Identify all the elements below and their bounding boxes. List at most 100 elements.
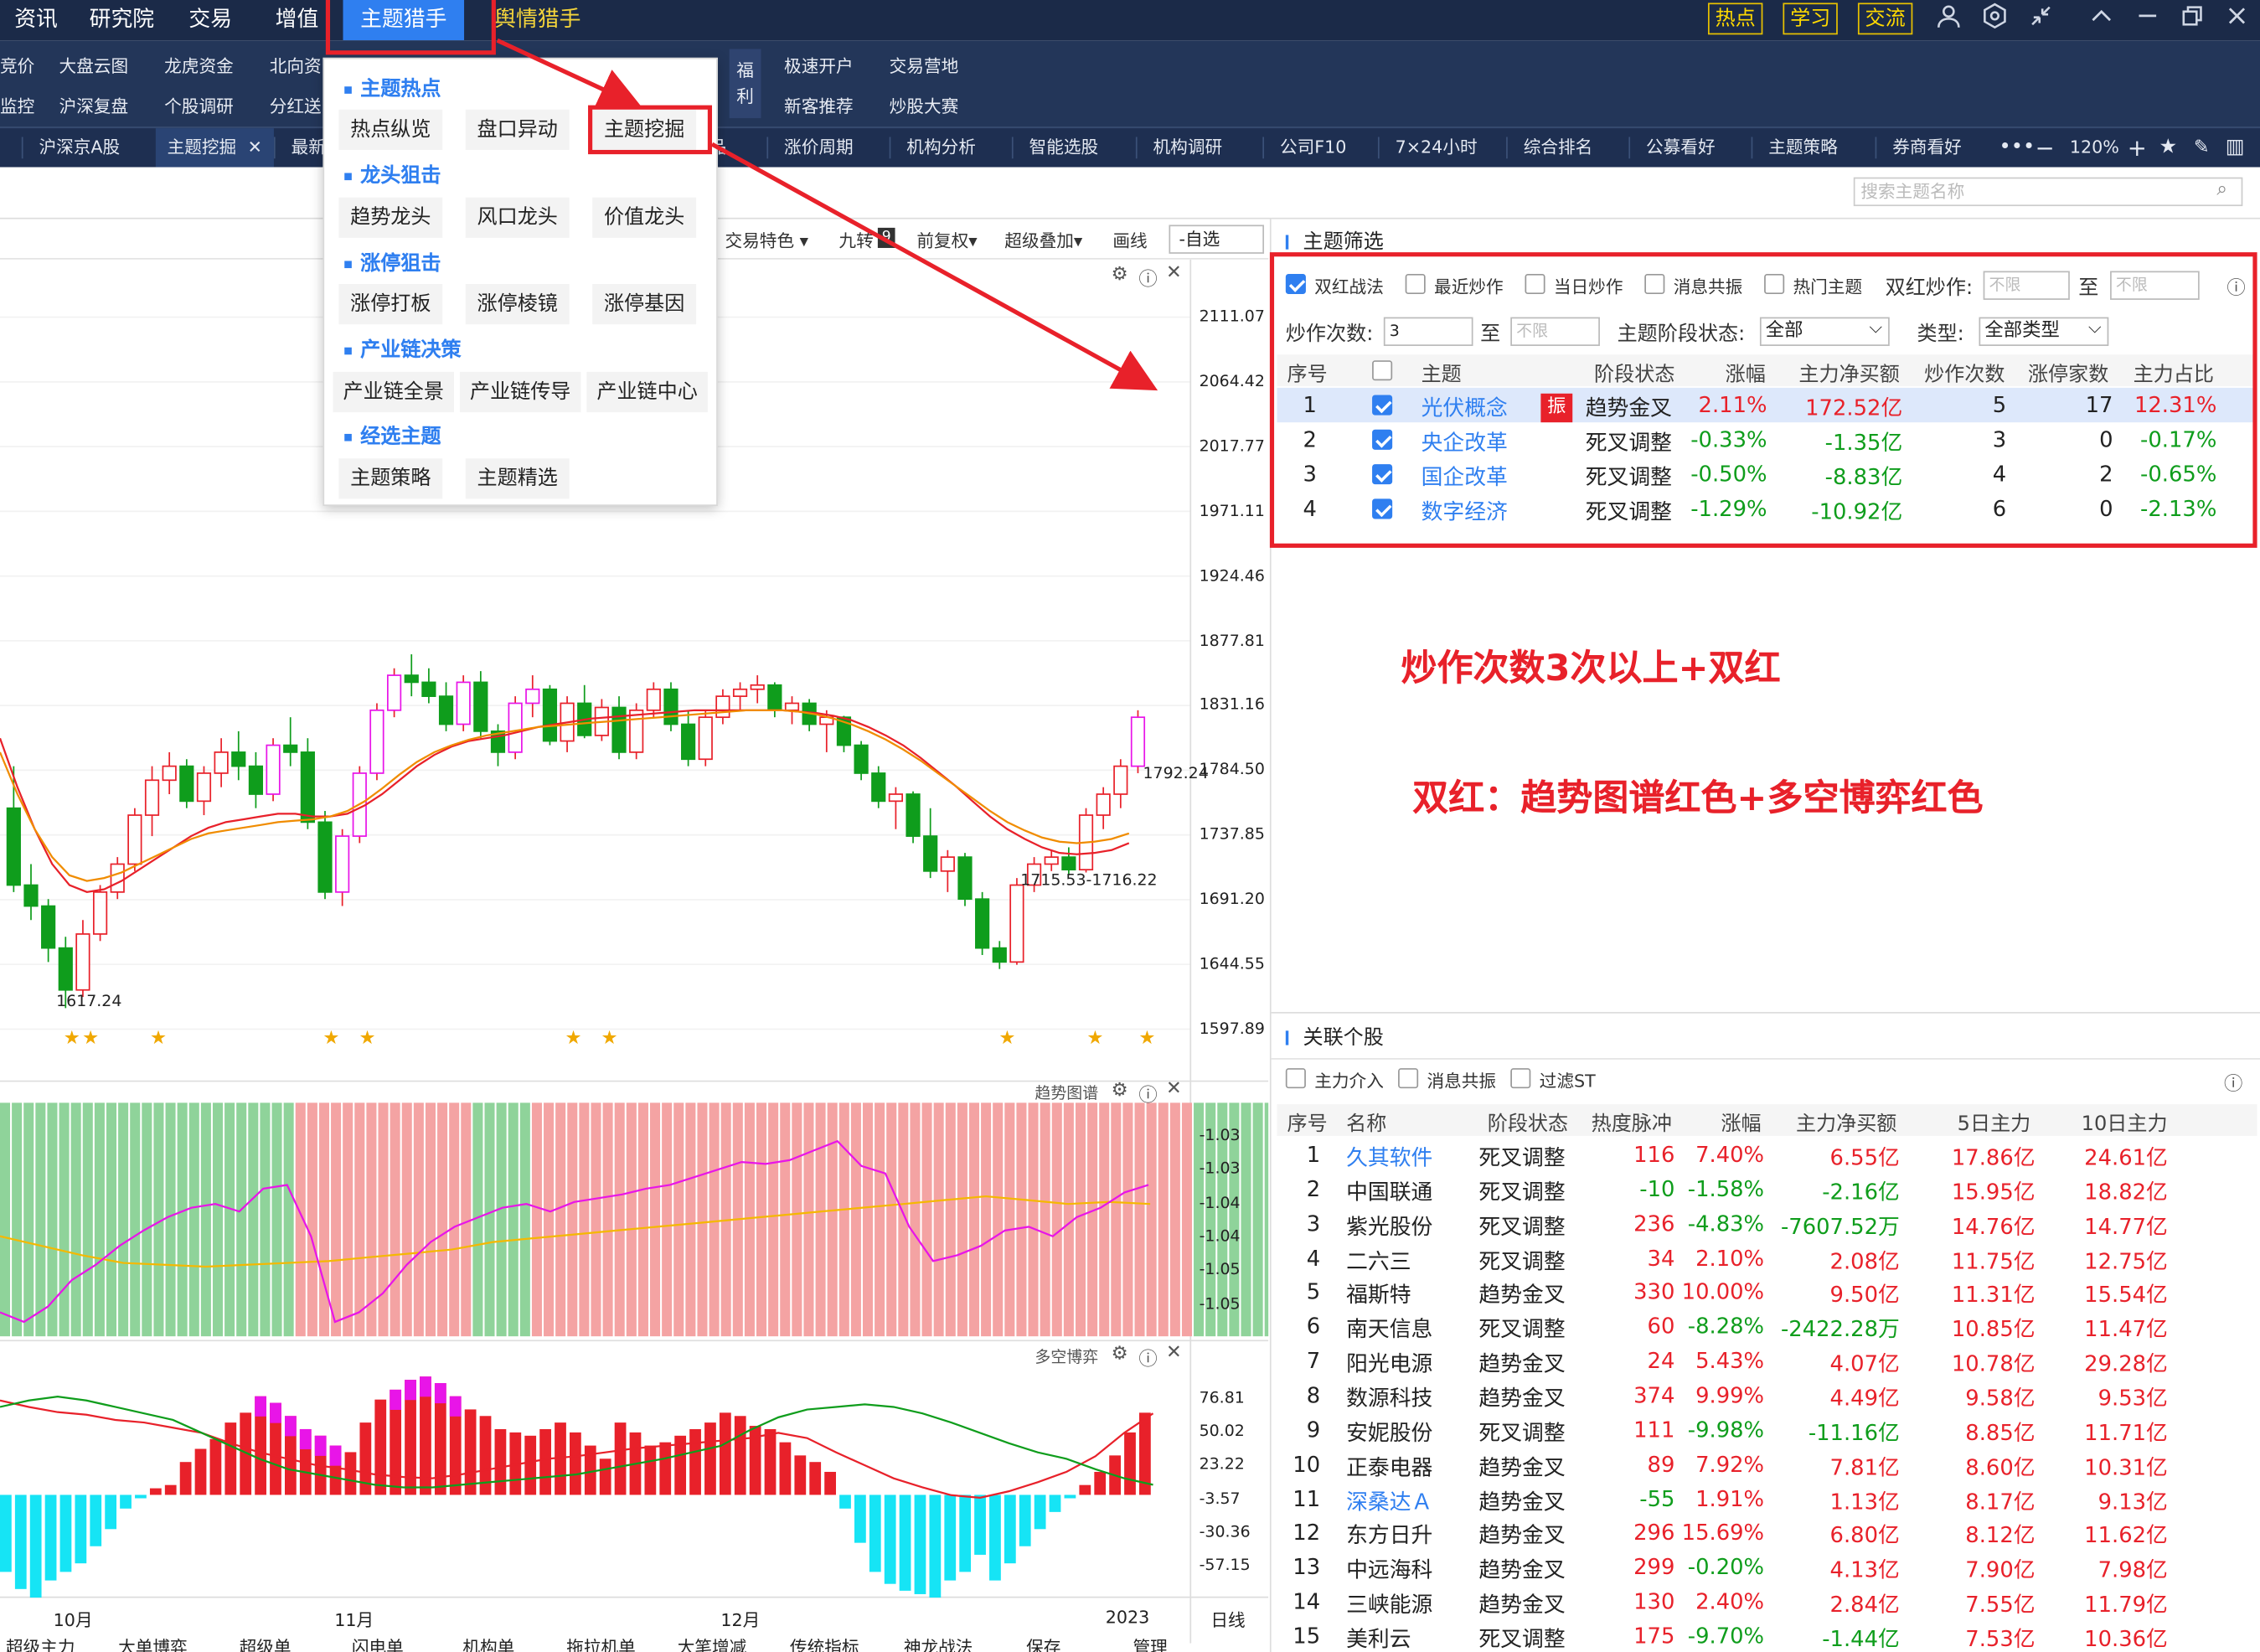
close-window-icon[interactable]	[2221, 3, 2253, 34]
stock-row-name[interactable]: 紫光股份	[1346, 1211, 1432, 1241]
indicator-tab-5[interactable]: 拖拉机单	[566, 1634, 636, 1652]
chart-close-icon[interactable]: ✕	[1166, 262, 1182, 284]
stock-row-name[interactable]: 三峡能源	[1346, 1588, 1432, 1618]
nav-item-3[interactable]: 增值	[276, 0, 319, 40]
zoom-out-icon[interactable]: −	[2036, 128, 2055, 167]
nav-item-1[interactable]: 研究院	[90, 0, 154, 40]
quick-menu-item-3[interactable]: 北向资	[270, 54, 322, 78]
duokong-settings-icon[interactable]: ⚙	[1112, 1344, 1128, 1365]
tab-theme-mining[interactable]: 主题挖掘 ✕	[155, 128, 274, 168]
tab-7[interactable]: 公司F10	[1280, 128, 1346, 167]
dropdown-item-1-2[interactable]: 价值龙头	[592, 197, 697, 238]
watchlist-select[interactable]: -自选	[1169, 225, 1265, 254]
period-label[interactable]: 日线	[1210, 1608, 1245, 1632]
trend-close-icon[interactable]: ✕	[1166, 1078, 1182, 1100]
restore-icon[interactable]	[2176, 3, 2208, 34]
stock-row-name[interactable]: 安妮股份	[1346, 1417, 1432, 1447]
indicator-tab-2[interactable]: 超级单	[240, 1634, 292, 1652]
chart-tool-restore-rights[interactable]: 前复权▾	[916, 228, 977, 252]
welfare-badge[interactable]: 福利	[729, 49, 761, 119]
indicator-tab-0[interactable]: 超级主力	[6, 1634, 75, 1652]
tab-4[interactable]: 机构分析	[906, 128, 976, 167]
exchange-button[interactable]: 交流	[1857, 3, 1913, 35]
dropdown-item-2-1[interactable]: 涨停棱镜	[465, 283, 570, 325]
indicator-tab-10[interactable]: 管理	[1133, 1634, 1167, 1652]
stock-row-name[interactable]: 福斯特	[1346, 1279, 1411, 1309]
chart-tool-nine-turn[interactable]: 九转	[838, 228, 873, 252]
indicator-tab-8[interactable]: 神龙战法	[904, 1634, 973, 1652]
minimize-icon[interactable]	[2132, 3, 2164, 34]
quick-menu2-item-1[interactable]: 沪深复盘	[59, 94, 129, 118]
stock-col-4[interactable]: 涨幅	[1721, 1108, 1761, 1137]
chart-tool-overlay[interactable]: 超级叠加▾	[1004, 228, 1082, 252]
stock-checkbox-0[interactable]	[1285, 1068, 1306, 1089]
quick-menu2-item-0[interactable]: 监控	[0, 94, 34, 118]
star-icon[interactable]: ★	[2159, 128, 2178, 167]
layout-icon[interactable]: ▥	[2226, 128, 2245, 167]
quick-menu2-item-3[interactable]: 分红送	[270, 94, 322, 118]
stock-col-7[interactable]: 10日主力	[2082, 1108, 2168, 1137]
nav-sentiment-hunter[interactable]: 舆情猎手	[494, 0, 580, 40]
stock-row-name[interactable]: 数源科技	[1346, 1382, 1432, 1412]
dropdown-item-3-0[interactable]: 产业链全景	[333, 371, 455, 413]
tab-8[interactable]: 7×24小时	[1396, 128, 1478, 167]
quick-menu2-item-5[interactable]: 炒股大赛	[890, 94, 959, 118]
theme-search-input[interactable]: 搜索主题名称	[1853, 177, 2243, 207]
stock-row-name[interactable]: 东方日升	[1346, 1520, 1432, 1550]
quick-menu-item-5[interactable]: 交易营地	[890, 54, 959, 78]
indicator-tab-4[interactable]: 机构单	[462, 1634, 514, 1652]
indicator-tab-1[interactable]: 大单博弈	[118, 1634, 188, 1652]
trend-help-icon[interactable]: ⓘ	[1138, 1080, 1157, 1107]
more-tabs-icon[interactable]: •••	[1999, 128, 2036, 167]
stock-col-2[interactable]: 阶段状态	[1488, 1108, 1568, 1137]
dropdown-item-3-1[interactable]: 产业链传导	[459, 371, 581, 413]
dropdown-item-0-0[interactable]: 热点纵览	[338, 109, 443, 150]
trend-settings-icon[interactable]: ⚙	[1112, 1080, 1128, 1102]
tab-11[interactable]: 主题策略	[1768, 128, 1838, 167]
chart-settings-icon[interactable]: ⚙	[1112, 264, 1128, 286]
user-icon[interactable]	[1932, 3, 1964, 34]
stock-col-1[interactable]: 名称	[1346, 1108, 1386, 1137]
dropdown-item-1-1[interactable]: 风口龙头	[465, 197, 570, 238]
stock-help-icon[interactable]: ⓘ	[2224, 1068, 2242, 1096]
quick-menu-item-2[interactable]: 龙虎资金	[164, 54, 234, 78]
stock-checkbox-1[interactable]	[1398, 1068, 1419, 1089]
dropdown-item-2-0[interactable]: 涨停打板	[338, 283, 443, 325]
dropdown-item-4-1[interactable]: 主题精选	[465, 458, 570, 499]
settings-hex-icon[interactable]	[1979, 3, 2010, 34]
tab-1[interactable]: 最新	[292, 128, 326, 167]
tab-close-icon[interactable]: ✕	[248, 137, 262, 157]
tab-0[interactable]: 沪深京A股	[39, 128, 120, 167]
tab-12[interactable]: 券商看好	[1892, 128, 1962, 167]
edit-icon[interactable]: ✎	[2194, 128, 2210, 167]
indicator-tab-9[interactable]: 保存	[1026, 1634, 1060, 1652]
quick-menu2-item-4[interactable]: 新客推荐	[784, 94, 854, 118]
duokong-close-icon[interactable]: ✕	[1166, 1342, 1182, 1364]
learn-button[interactable]: 学习	[1783, 3, 1838, 35]
tab-10[interactable]: 公募看好	[1646, 128, 1716, 167]
tab-9[interactable]: 综合排名	[1524, 128, 1593, 167]
chart-tool-draw[interactable]: 画线	[1112, 228, 1147, 252]
dropdown-item-2-2[interactable]: 涨停基因	[592, 283, 697, 325]
dropdown-item-0-1[interactable]: 盘口异动	[465, 109, 570, 150]
stock-row-name[interactable]: 南天信息	[1346, 1314, 1432, 1344]
indicator-tab-3[interactable]: 闪电单	[352, 1634, 404, 1652]
quick-menu-item-4[interactable]: 极速开户	[784, 54, 854, 78]
collapse-up-icon[interactable]	[2086, 3, 2118, 34]
stock-col-5[interactable]: 主力净买额	[1796, 1108, 1896, 1137]
tab-6[interactable]: 机构调研	[1153, 128, 1223, 167]
hot-button[interactable]: 热点	[1707, 3, 1763, 35]
zoom-in-icon[interactable]: +	[2128, 128, 2147, 167]
indicator-tab-6[interactable]: 大笔增减	[678, 1634, 747, 1652]
stock-row-name[interactable]: 久其软件	[1346, 1142, 1432, 1172]
indicator-tab-7[interactable]: 传统指标	[790, 1634, 859, 1652]
stock-row-name[interactable]: 二六三	[1346, 1245, 1411, 1275]
shrink-icon[interactable]	[2025, 3, 2057, 34]
dropdown-item-4-0[interactable]: 主题策略	[338, 458, 443, 499]
stock-row-name[interactable]: 美利云	[1346, 1623, 1411, 1652]
stock-row-name[interactable]: 正泰电器	[1346, 1451, 1432, 1481]
quick-menu-item-0[interactable]: 竞价	[0, 54, 34, 78]
stock-col-6[interactable]: 5日主力	[1958, 1108, 2031, 1137]
duokong-help-icon[interactable]: ⓘ	[1138, 1344, 1157, 1371]
stock-col-0[interactable]: 序号	[1287, 1108, 1328, 1137]
